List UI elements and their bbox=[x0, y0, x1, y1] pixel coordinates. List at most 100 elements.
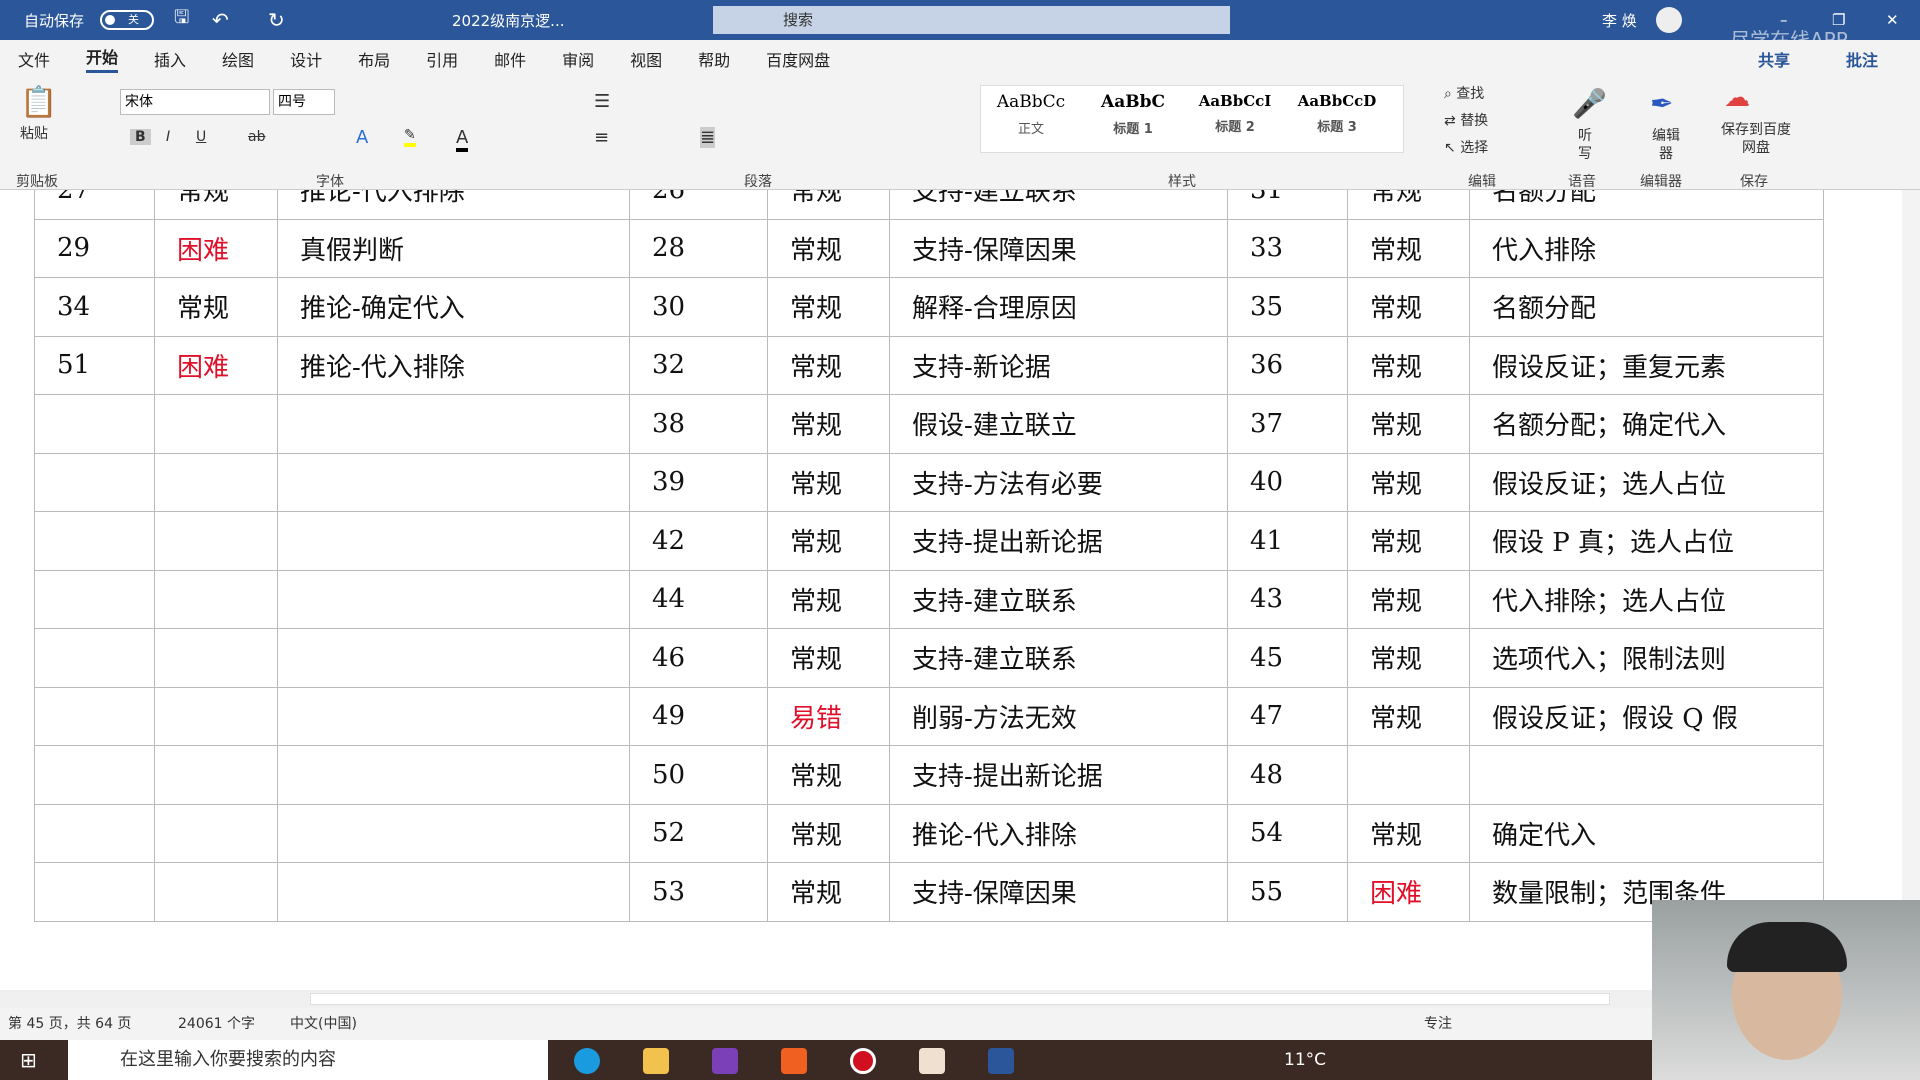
table-cell[interactable] bbox=[277, 862, 630, 922]
table-cell[interactable]: 49 bbox=[629, 686, 768, 746]
comment-button[interactable]: 批注 bbox=[1846, 47, 1878, 71]
app-icon[interactable] bbox=[919, 1048, 945, 1074]
table-cell[interactable]: 28 bbox=[629, 218, 768, 278]
font-size-select[interactable]: 四号 bbox=[273, 89, 335, 115]
table-cell[interactable] bbox=[277, 628, 630, 688]
table-cell[interactable]: 代入排除；选人占位 bbox=[1469, 569, 1824, 629]
find-button[interactable]: ⌕ 查找 bbox=[1444, 83, 1484, 103]
table-cell[interactable] bbox=[154, 628, 278, 688]
table-cell[interactable]: 37 bbox=[1227, 394, 1348, 454]
table-cell[interactable] bbox=[277, 452, 630, 512]
highlight-icon[interactable]: ✎ bbox=[404, 127, 416, 147]
table-cell[interactable]: 支持-建立联系 bbox=[889, 190, 1228, 220]
table-cell[interactable]: 41 bbox=[1227, 511, 1348, 571]
justify-icon[interactable]: ≣ bbox=[700, 127, 716, 148]
table-cell[interactable]: 推论-确定代入 bbox=[277, 277, 630, 337]
table-cell[interactable]: 假设反证；假设 Q 假 bbox=[1469, 686, 1824, 746]
table-cell[interactable] bbox=[154, 569, 278, 629]
table-cell[interactable]: 常规 bbox=[767, 190, 890, 220]
table-cell[interactable]: 假设-建立联立 bbox=[889, 394, 1228, 454]
windows-start-icon[interactable]: ⊞ bbox=[20, 1048, 37, 1072]
table-cell[interactable]: 常规 bbox=[767, 745, 890, 805]
table-cell[interactable]: 常规 bbox=[154, 277, 278, 337]
table-cell[interactable] bbox=[1347, 745, 1470, 805]
table-cell[interactable]: 推论-代入排除 bbox=[889, 803, 1228, 863]
avatar[interactable] bbox=[1656, 7, 1682, 33]
table-cell[interactable]: 支持-方法有必要 bbox=[889, 452, 1228, 512]
replace-button[interactable]: ⇄ 替换 bbox=[1444, 110, 1488, 130]
table-cell[interactable]: 假设反证；重复元素 bbox=[1469, 335, 1824, 395]
table-cell[interactable]: 困难 bbox=[154, 335, 278, 395]
table-cell[interactable]: 支持-建立联系 bbox=[889, 569, 1228, 629]
baidu-cloud-icon[interactable]: ☁ bbox=[1724, 83, 1750, 113]
tab-insert[interactable]: 插入 bbox=[154, 47, 186, 71]
table-cell[interactable]: 假设 P 真；选人占位 bbox=[1469, 511, 1824, 571]
table-cell[interactable] bbox=[34, 803, 155, 863]
dictate-button[interactable]: 听写 bbox=[1578, 127, 1594, 163]
align-left-icon[interactable]: ≡ bbox=[594, 127, 609, 148]
word-icon[interactable] bbox=[988, 1048, 1014, 1074]
scroll-thumb[interactable] bbox=[310, 993, 1610, 1005]
horizontal-scrollbar[interactable] bbox=[0, 990, 1920, 1008]
focus-button[interactable]: 专注 bbox=[1424, 1008, 1452, 1040]
table-cell[interactable] bbox=[277, 394, 630, 454]
table-cell[interactable]: 43 bbox=[1227, 569, 1348, 629]
document-area[interactable]: 27常规推论-代入排除26常规支持-建立联系31常规名额分配29困难真假判断28… bbox=[0, 190, 1920, 990]
table-cell[interactable]: 53 bbox=[629, 862, 768, 922]
table-cell[interactable]: 常规 bbox=[767, 569, 890, 629]
table-cell[interactable] bbox=[34, 511, 155, 571]
word-count[interactable]: 24061 个字 bbox=[178, 1008, 255, 1040]
table-cell[interactable]: 48 bbox=[1227, 745, 1348, 805]
font-name-select[interactable]: 宋体 bbox=[120, 89, 270, 115]
table-cell[interactable]: 常规 bbox=[154, 190, 278, 220]
table-cell[interactable]: 常规 bbox=[1347, 218, 1470, 278]
table-cell[interactable]: 36 bbox=[1227, 335, 1348, 395]
page-count[interactable]: 第 45 页，共 64 页 bbox=[8, 1008, 131, 1040]
table-cell[interactable]: 代入排除 bbox=[1469, 218, 1824, 278]
table-cell[interactable]: 名额分配；确定代入 bbox=[1469, 394, 1824, 454]
table-cell[interactable]: 38 bbox=[629, 394, 768, 454]
table-cell[interactable]: 支持-新论据 bbox=[889, 335, 1228, 395]
editor-button[interactable]: 编辑器 bbox=[1646, 127, 1686, 163]
table-cell[interactable]: 名额分配 bbox=[1469, 190, 1824, 220]
table-cell[interactable]: 常规 bbox=[1347, 569, 1470, 629]
record-icon[interactable] bbox=[850, 1048, 876, 1074]
table-cell[interactable] bbox=[277, 686, 630, 746]
table-cell[interactable]: 34 bbox=[34, 277, 155, 337]
table-cell[interactable] bbox=[34, 745, 155, 805]
table-cell[interactable]: 名额分配 bbox=[1469, 277, 1824, 337]
save-icon[interactable]: 🖫 bbox=[174, 5, 189, 35]
table-cell[interactable] bbox=[34, 628, 155, 688]
text-effects-icon[interactable]: A bbox=[356, 127, 368, 148]
table-cell[interactable]: 常规 bbox=[1347, 803, 1470, 863]
table-cell[interactable] bbox=[154, 511, 278, 571]
table-cell[interactable]: 困难 bbox=[154, 218, 278, 278]
table-cell[interactable]: 假设反证；选人占位 bbox=[1469, 452, 1824, 512]
table-cell[interactable] bbox=[1469, 745, 1824, 805]
tab-layout[interactable]: 布局 bbox=[358, 47, 390, 71]
tab-home[interactable]: 开始 bbox=[86, 44, 119, 73]
table-cell[interactable]: 易错 bbox=[767, 686, 890, 746]
table-cell[interactable]: 常规 bbox=[1347, 394, 1470, 454]
table-cell[interactable] bbox=[154, 862, 278, 922]
table-cell[interactable]: 46 bbox=[629, 628, 768, 688]
table-cell[interactable]: 32 bbox=[629, 335, 768, 395]
undo-icon[interactable]: ↶ bbox=[212, 8, 229, 32]
tab-references[interactable]: 引用 bbox=[426, 47, 458, 71]
table-cell[interactable]: 支持-保障因果 bbox=[889, 862, 1228, 922]
table-cell[interactable]: 40 bbox=[1227, 452, 1348, 512]
tab-review[interactable]: 审阅 bbox=[562, 47, 594, 71]
table-cell[interactable] bbox=[34, 686, 155, 746]
table-cell[interactable] bbox=[34, 862, 155, 922]
italic-button[interactable]: I bbox=[166, 129, 170, 145]
table-cell[interactable]: 常规 bbox=[767, 803, 890, 863]
table-cell[interactable]: 常规 bbox=[767, 394, 890, 454]
table-cell[interactable] bbox=[277, 569, 630, 629]
table-cell[interactable]: 44 bbox=[629, 569, 768, 629]
file-explorer-icon[interactable] bbox=[643, 1048, 669, 1074]
language[interactable]: 中文(中国) bbox=[290, 1008, 357, 1040]
redo-icon[interactable]: ↻ bbox=[268, 8, 285, 32]
table-cell[interactable]: 困难 bbox=[1347, 862, 1470, 922]
table-cell[interactable]: 支持-提出新论据 bbox=[889, 745, 1228, 805]
table-cell[interactable]: 常规 bbox=[1347, 686, 1470, 746]
